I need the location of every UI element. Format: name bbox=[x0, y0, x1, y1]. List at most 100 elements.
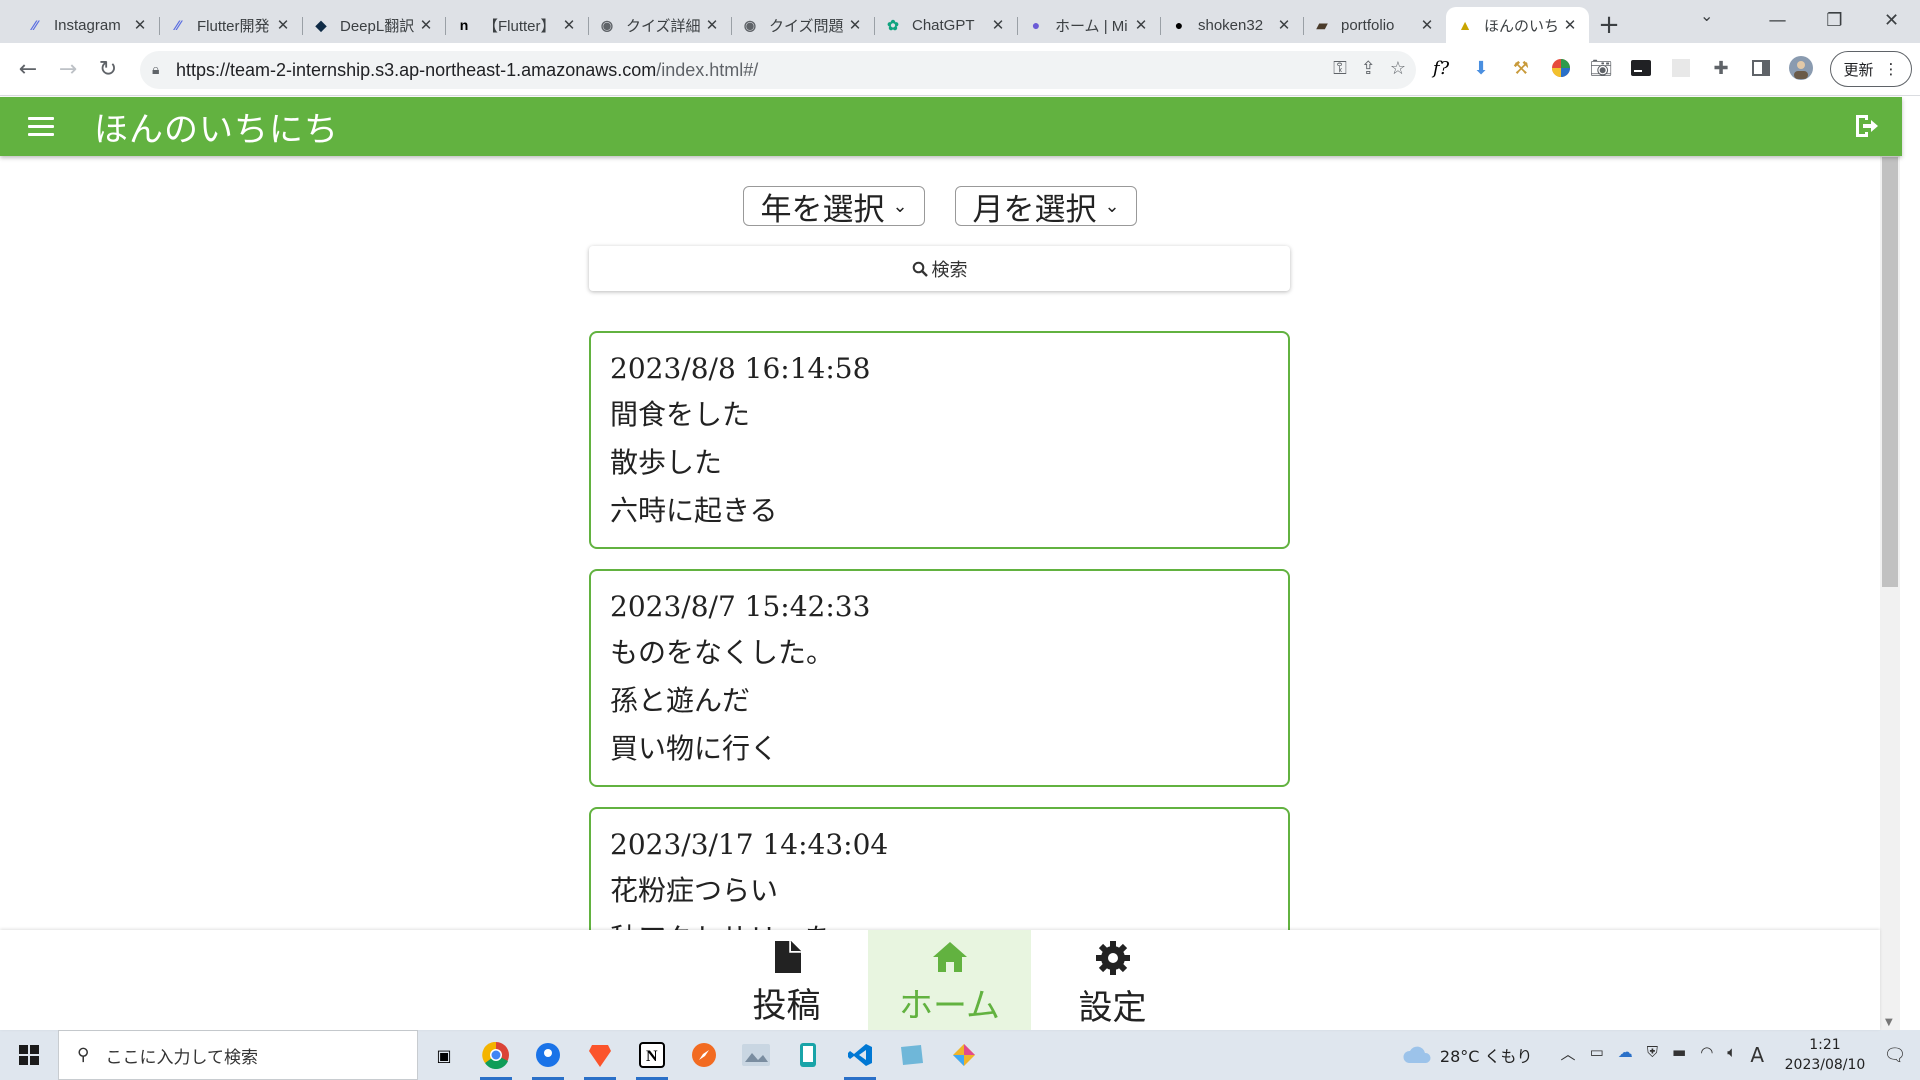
close-tab-icon[interactable]: ✕ bbox=[131, 16, 149, 34]
close-tab-icon[interactable]: ✕ bbox=[846, 16, 864, 34]
hamburger-menu-icon[interactable] bbox=[28, 117, 64, 136]
entry-line: 花粉症つらい bbox=[610, 874, 779, 907]
vscode-taskbar-icon[interactable] bbox=[834, 1030, 886, 1080]
wifi-icon[interactable]: ◠ bbox=[1700, 1043, 1713, 1067]
browser-tab[interactable]: ● ホーム | Mi ✕ bbox=[1017, 7, 1160, 43]
nav-post-button[interactable]: 投稿 bbox=[705, 930, 868, 1030]
share-icon[interactable]: ⇪ bbox=[1361, 58, 1376, 79]
blank-extension-icon[interactable] bbox=[1668, 55, 1694, 81]
terminal-extension-icon[interactable] bbox=[1628, 55, 1654, 81]
close-tab-icon[interactable]: ✕ bbox=[1418, 16, 1436, 34]
image-app-taskbar-icon[interactable] bbox=[730, 1030, 782, 1080]
bookmark-star-icon[interactable]: ☆ bbox=[1390, 58, 1406, 79]
windows-start-icon[interactable] bbox=[0, 1030, 58, 1080]
nav-settings-button[interactable]: 設定 bbox=[1031, 930, 1194, 1030]
search-button[interactable]: 検索 bbox=[589, 246, 1290, 291]
browser-tab[interactable]: ▰ portfolio ✕ bbox=[1303, 7, 1446, 43]
logout-icon[interactable] bbox=[1852, 112, 1880, 140]
browser-tab[interactable]: ▲ ほんのいち ✕ bbox=[1446, 7, 1589, 43]
profile-avatar[interactable] bbox=[1788, 55, 1814, 81]
side-panel-icon[interactable] bbox=[1748, 55, 1774, 81]
reload-icon[interactable]: ↻ bbox=[88, 49, 128, 89]
browser-tab[interactable]: ◉ クイズ問題 ✕ bbox=[731, 7, 874, 43]
forward-icon[interactable]: → bbox=[48, 49, 88, 89]
ime-indicator[interactable]: A bbox=[1750, 1043, 1764, 1067]
nav-home-button[interactable]: ホーム bbox=[868, 930, 1031, 1030]
key-icon[interactable]: ⚿ bbox=[1333, 58, 1347, 79]
weather-widget[interactable]: 28°C くもり bbox=[1402, 1043, 1533, 1067]
browser-tab[interactable]: ● shoken32 ✕ bbox=[1160, 7, 1303, 43]
tab-title: Flutter開発 bbox=[197, 17, 270, 35]
download-extension-icon[interactable]: ⬇ bbox=[1468, 55, 1494, 81]
compass-taskbar-icon[interactable] bbox=[678, 1030, 730, 1080]
font-extension-icon[interactable]: f? bbox=[1428, 55, 1454, 81]
update-button[interactable]: 更新 ⋮ bbox=[1830, 51, 1912, 87]
browser-tab[interactable]: ◆ DeepL翻訳 ✕ bbox=[302, 7, 445, 43]
notion-taskbar-icon[interactable]: N bbox=[626, 1030, 678, 1080]
taskbar-search-box[interactable]: ⚲ ここに入力して検索 bbox=[58, 1030, 418, 1080]
close-tab-icon[interactable]: ✕ bbox=[1275, 16, 1293, 34]
address-bar[interactable]: 🔒︎ https://team-2-internship.s3.ap-north… bbox=[140, 51, 1416, 89]
entry-date: 2023/3/17 14:43:04 bbox=[610, 828, 889, 861]
show-hidden-icons-icon[interactable]: ︿ bbox=[1561, 1043, 1576, 1067]
brave-taskbar-icon[interactable] bbox=[574, 1030, 626, 1080]
kebab-menu-icon[interactable]: ⋮ bbox=[1884, 60, 1899, 78]
diary-list-area: 年を選択 ⌄ 月を選択 ⌄ 検索 2023/8/8 16:14:58 間食をした散… bbox=[0, 156, 1880, 930]
year-select[interactable]: 年を選択 ⌄ bbox=[743, 186, 925, 228]
tab-title: クイズ詳細 bbox=[626, 17, 701, 35]
multicolor-app-taskbar-icon[interactable] bbox=[938, 1030, 990, 1080]
home-icon bbox=[932, 942, 967, 972]
restore-icon[interactable]: ❐ bbox=[1806, 0, 1863, 40]
browser-tab[interactable]: ◉ クイズ詳細 ✕ bbox=[588, 7, 731, 43]
browser-tab[interactable]: ⁄⁄ Instagram ✕ bbox=[16, 7, 159, 43]
minimize-icon[interactable]: — bbox=[1749, 0, 1806, 40]
close-tab-icon[interactable]: ✕ bbox=[560, 16, 578, 34]
phone-link-taskbar-icon[interactable] bbox=[782, 1030, 834, 1080]
tab-search-icon[interactable]: ⌄ bbox=[1700, 6, 1713, 25]
clock[interactable]: 1:21 2023/08/10 bbox=[1780, 1035, 1870, 1075]
hammer-extension-icon[interactable]: ⚒ bbox=[1508, 55, 1534, 81]
browser-tab-strip: ⁄⁄ Instagram ✕ ⁄⁄ Flutter開発 ✕ ◆ DeepL翻訳 ✕ n 【Flutt… bbox=[0, 0, 1920, 43]
maps-taskbar-icon[interactable] bbox=[522, 1030, 574, 1080]
globe-icon: ◉ bbox=[600, 16, 614, 33]
notification-icon[interactable]: 🗨︎ bbox=[1870, 1045, 1920, 1066]
windows-taskbar: ⚲ ここに入力して検索 ▣ N 28°C くもり ︿ ▭ ☁ ⛨ ▬ ◠ 🔈︎ … bbox=[0, 1030, 1920, 1080]
chrome-taskbar-icon[interactable] bbox=[470, 1030, 522, 1080]
task-view-icon[interactable]: ▣ bbox=[418, 1030, 470, 1080]
entry-line: 買い物に行く bbox=[610, 732, 779, 765]
scroll-down-icon[interactable]: ▼ bbox=[1885, 1017, 1893, 1028]
browser-tab[interactable]: n 【Flutter】 ✕ bbox=[445, 7, 588, 43]
color-wheel-extension-icon[interactable] bbox=[1548, 55, 1574, 81]
tab-title: DeepL翻訳 bbox=[340, 17, 415, 35]
bubble-icon: ● bbox=[1031, 17, 1041, 33]
security-icon[interactable]: ⛨ bbox=[1647, 1043, 1658, 1067]
new-tab-button[interactable]: + bbox=[1589, 7, 1629, 43]
diary-entry-card[interactable]: 2023/8/8 16:14:58 間食をした 散歩した 六時に起きる bbox=[589, 331, 1290, 549]
browser-tab[interactable]: ✿ ChatGPT ✕ bbox=[874, 7, 1017, 43]
battery-icon[interactable]: ▬ bbox=[1672, 1043, 1686, 1067]
month-select[interactable]: 月を選択 ⌄ bbox=[955, 186, 1137, 228]
meet-icon[interactable]: ▭ bbox=[1590, 1043, 1604, 1067]
page-scrollbar[interactable]: ▲ ▼ bbox=[1880, 97, 1900, 1030]
scrollbar-thumb[interactable] bbox=[1882, 157, 1898, 587]
system-tray: 28°C くもり ︿ ▭ ☁ ⛨ ▬ ◠ 🔈︎ A 1:21 2023/08/1… bbox=[1402, 1030, 1920, 1080]
diary-entry-card[interactable]: 2023/8/7 15:42:33 ものをなくした。 孫と遊んだ 買い物に行く bbox=[589, 569, 1290, 787]
onedrive-icon[interactable]: ☁ bbox=[1618, 1043, 1633, 1067]
entry-line: 孫と遊んだ bbox=[610, 684, 751, 717]
puzzle-extensions-icon[interactable]: ✚ bbox=[1708, 55, 1734, 81]
close-tab-icon[interactable]: ✕ bbox=[1132, 16, 1150, 34]
camera-extension-icon[interactable]: 📷︎ bbox=[1588, 55, 1614, 81]
close-tab-icon[interactable]: ✕ bbox=[989, 16, 1007, 34]
browser-tab[interactable]: ⁄⁄ Flutter開発 ✕ bbox=[159, 7, 302, 43]
app-bar: ほんのいちにち bbox=[0, 97, 1902, 156]
back-icon[interactable]: ← bbox=[8, 49, 48, 89]
close-tab-icon[interactable]: ✕ bbox=[1561, 16, 1579, 34]
close-tab-icon[interactable]: ✕ bbox=[274, 16, 292, 34]
diary-entry-card[interactable]: 2023/3/17 14:43:04 花粉症つらい秋アクセサリーを... bbox=[589, 807, 1290, 930]
close-tab-icon[interactable]: ✕ bbox=[417, 16, 435, 34]
github-icon: ● bbox=[1174, 17, 1184, 33]
close-tab-icon[interactable]: ✕ bbox=[703, 16, 721, 34]
close-window-icon[interactable]: ✕ bbox=[1863, 0, 1920, 40]
app-taskbar-icon[interactable] bbox=[886, 1030, 938, 1080]
volume-icon[interactable]: 🔈︎ bbox=[1727, 1043, 1736, 1067]
